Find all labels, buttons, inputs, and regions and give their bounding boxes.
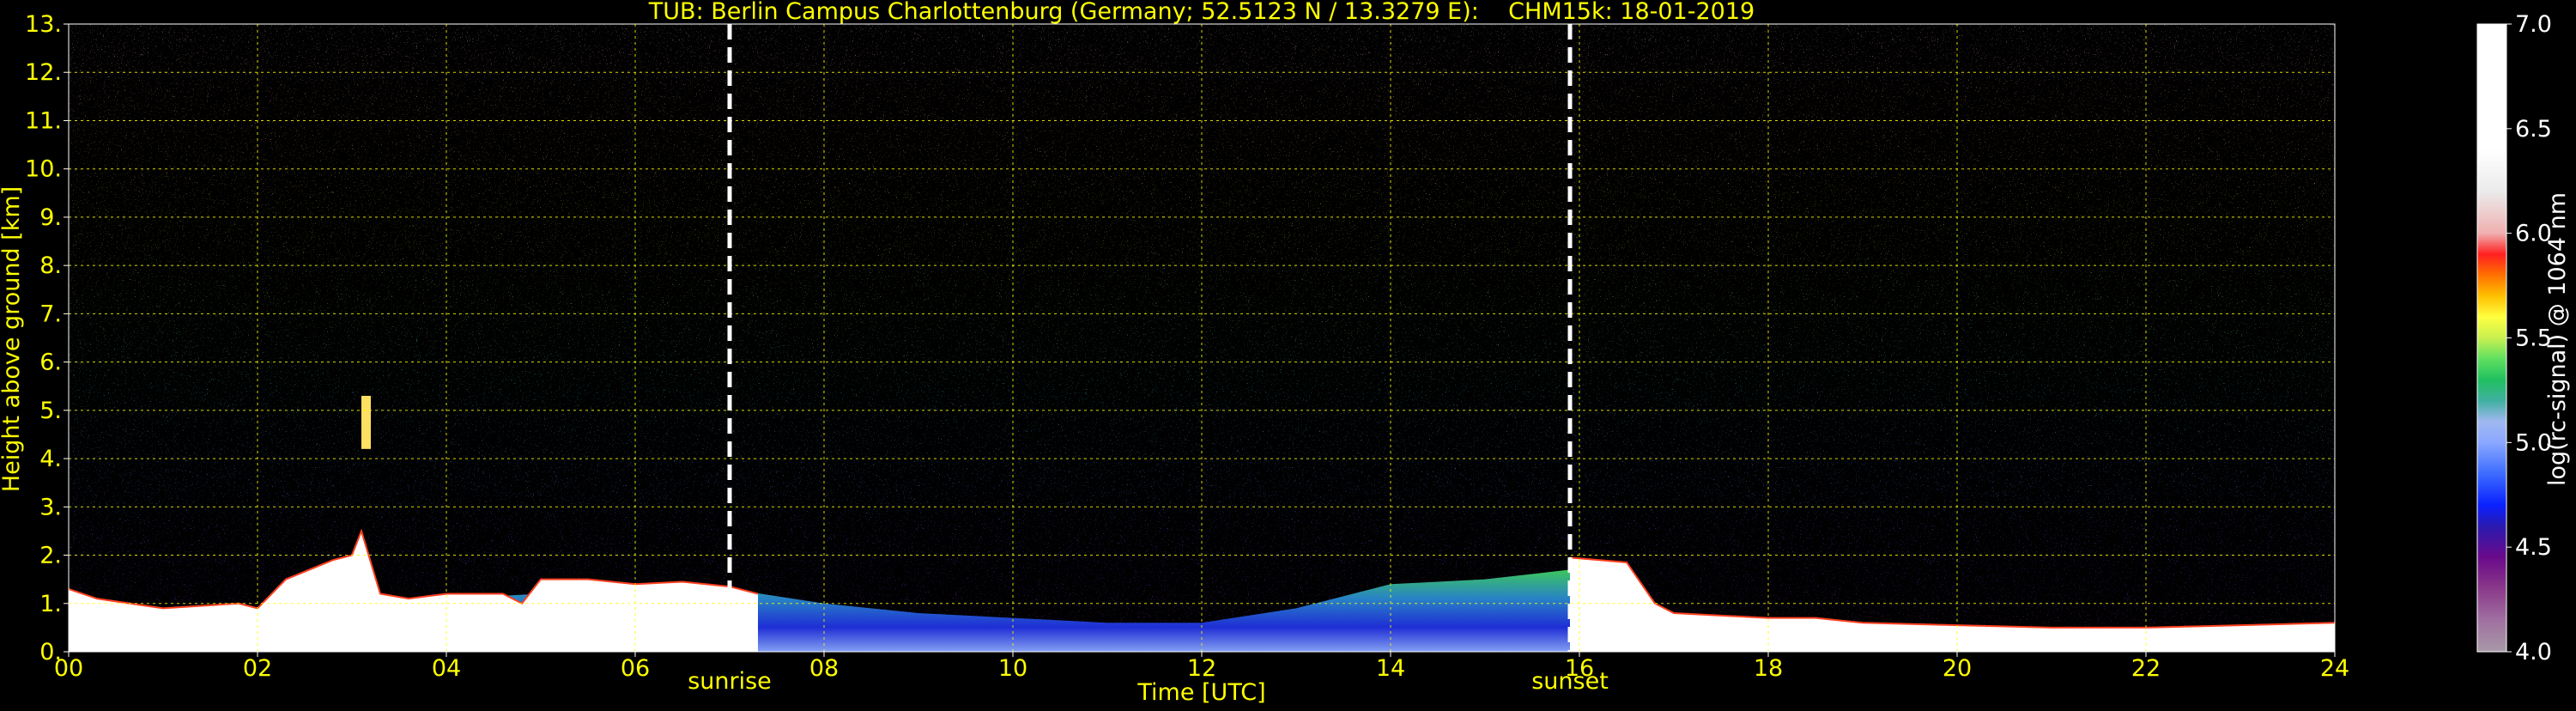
y-tick-label: 3. xyxy=(39,494,62,520)
x-tick-label: 18 xyxy=(1754,655,1783,682)
sun-marker-label-sunrise: sunrise xyxy=(688,668,772,695)
colorbar-label: log(rc-signal) @ 1064 nm xyxy=(2544,192,2571,486)
y-tick-label: 9. xyxy=(39,204,62,231)
y-tick-label: 5. xyxy=(39,398,62,424)
chart-svg: 00 02 04 06 08 10 12 14 16 18 20 22 24 0.1.2.3.4.5.6… xyxy=(0,0,2571,706)
lidar-quicklook: 00 02 04 06 08 10 12 14 16 18 20 22 24 0. 1. 2. 3. 4. 5. 6… xyxy=(0,0,2576,708)
x-tick-label: 08 xyxy=(809,655,839,682)
plot-area xyxy=(69,24,2335,652)
x-tick-label: 10 xyxy=(998,655,1027,682)
y-tick-label: 8. xyxy=(39,252,62,279)
x-axis-label: Time [UTC] xyxy=(1136,679,1265,706)
y-tick-label: 2. xyxy=(39,543,62,569)
y-axis-ticks: 0. 1. 2. 3. 4. 5. 6. 7. 8. 9. 10. 11. 12. 13. xyxy=(25,11,69,665)
sun-marker-label-sunset: sunset xyxy=(1531,668,1609,695)
colorbar-gradient xyxy=(2476,23,2507,653)
x-tick-label: 24 xyxy=(2320,655,2349,682)
x-tick-label: 20 xyxy=(1943,655,1972,682)
y-tick-label: 12. xyxy=(25,59,62,86)
colorbar-tick-label: 7.0 xyxy=(2515,11,2552,38)
y-tick-label: 1. xyxy=(39,591,62,617)
y-tick-label: 10. xyxy=(25,156,62,183)
y-tick-label: 6. xyxy=(39,349,62,376)
x-tick-label: 04 xyxy=(432,655,461,682)
colorbar-tick-label: 4.5 xyxy=(2515,534,2552,561)
y-tick-label: 13. xyxy=(25,11,62,38)
x-tick-label: 22 xyxy=(2131,655,2161,682)
colorbar-tick-label: 6.5 xyxy=(2515,116,2552,143)
y-tick-label: 4. xyxy=(39,446,62,472)
x-tick-label: 12 xyxy=(1187,655,1216,682)
x-tick-label: 06 xyxy=(621,655,650,682)
y-tick-label: 0. xyxy=(39,639,62,665)
elevated-layer xyxy=(361,395,371,449)
y-axis-label: Height above ground [km] xyxy=(0,186,25,492)
colorbar: 4.04.55.05.56.06.57.0 log(rc-signal) @ 1… xyxy=(2476,11,2571,665)
colorbar-tick-label: 4.0 xyxy=(2515,639,2552,665)
x-tick-label: 14 xyxy=(1376,655,1405,682)
x-tick-label: 02 xyxy=(243,655,272,682)
chart-title: TUB: Berlin Campus Charlottenburg (Germa… xyxy=(648,0,1755,25)
x-axis-ticks: 00 02 04 06 08 10 12 14 16 18 20 22 24 xyxy=(54,652,2349,682)
y-tick-label: 11. xyxy=(25,107,62,134)
y-tick-label: 7. xyxy=(39,301,62,327)
